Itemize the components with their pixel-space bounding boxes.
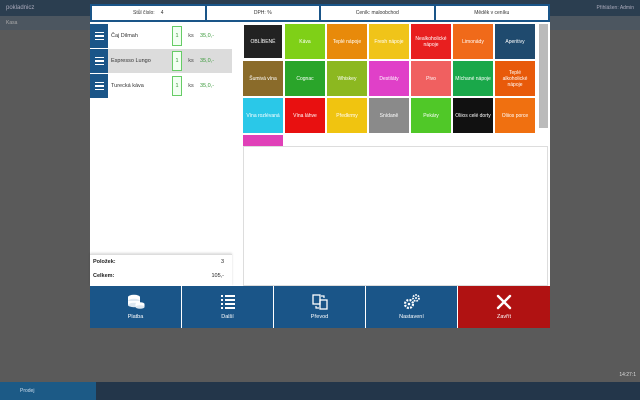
category-tile[interactable]: Destiláty xyxy=(369,61,409,96)
category-tile[interactable]: Pekáry xyxy=(411,98,451,133)
order-item-qty[interactable]: 1 xyxy=(172,51,182,71)
order-item-unit: ks xyxy=(188,33,194,39)
product-panel xyxy=(243,146,548,286)
category-tile[interactable]: OBLÍBENÉ xyxy=(243,24,283,59)
order-item[interactable]: Espresso Lungo 1 ks 35,0,- xyxy=(90,49,232,73)
order-item[interactable]: Turecká káva 1 ks 35,0,- xyxy=(90,74,232,98)
category-tile[interactable]: Limonády xyxy=(453,24,493,59)
order-item-price: 35,0,- xyxy=(200,33,215,39)
category-scrollbar[interactable] xyxy=(539,24,548,128)
close-icon xyxy=(496,294,512,310)
order-modal: Stůl číslo: 4 DPH: % Ceník: maloobchod M… xyxy=(90,4,550,328)
category-tile[interactable]: Oliios porce xyxy=(495,98,535,133)
order-item-unit: ks xyxy=(188,83,194,89)
logged-user: Přihlášen: Admin xyxy=(596,5,634,11)
category-tile[interactable]: Aperitivy xyxy=(495,24,535,59)
order-item[interactable]: Čaj Dilmah 1 ks 35,0,- xyxy=(90,24,232,48)
order-item-unit: ks xyxy=(188,58,194,64)
transfer-icon xyxy=(311,294,328,310)
category-tile[interactable]: Cognac xyxy=(285,61,325,96)
category-tile[interactable]: Míchané nápoje xyxy=(453,61,493,96)
order-item-name: Turecká káva xyxy=(111,83,144,89)
category-tile[interactable]: Vína láhve xyxy=(285,98,325,133)
category-tile[interactable]: Fresh nápoje xyxy=(369,24,409,59)
hamburger-icon[interactable] xyxy=(90,49,108,73)
category-tile[interactable]: Oliios celé dorty xyxy=(453,98,493,133)
category-tile[interactable]: Whiskey xyxy=(327,61,367,96)
hamburger-icon[interactable] xyxy=(90,74,108,98)
transfer-button[interactable]: Převod xyxy=(274,286,365,328)
pay-button[interactable]: Platba xyxy=(90,286,181,328)
category-tile[interactable]: Vína rozlévaná xyxy=(243,98,283,133)
order-item-name: Čaj Dilmah xyxy=(111,33,138,39)
category-tile[interactable]: Předkrmy xyxy=(327,98,367,133)
order-item-qty[interactable]: 1 xyxy=(172,76,182,96)
hamburger-icon[interactable] xyxy=(90,24,108,48)
category-tile[interactable]: Snídaně xyxy=(369,98,409,133)
gears-icon xyxy=(403,294,420,310)
category-grid: OBLÍBENÉ Káva Teplé nápoje Fresh nápoje Neal… xyxy=(243,24,539,147)
subbar-item[interactable]: Kasa xyxy=(6,20,17,26)
clock: 14:27:1 xyxy=(619,372,636,378)
order-item-qty[interactable]: 1 xyxy=(172,26,182,46)
info-pricelist[interactable]: Ceník: maloobchod xyxy=(321,6,434,20)
info-table-number: Stůl číslo: 4 xyxy=(92,6,205,20)
more-button[interactable]: Další xyxy=(182,286,273,328)
info-currency[interactable]: Měděk v ceníku xyxy=(435,6,548,20)
bottom-tab[interactable]: Prodej xyxy=(0,382,96,400)
app-logo: pokladnicz xyxy=(6,5,35,11)
close-button[interactable]: Zavřít xyxy=(458,286,550,328)
list-icon xyxy=(220,295,235,309)
order-list: Čaj Dilmah 1 ks 35,0,- Espresso Lungo 1 … xyxy=(90,24,232,286)
info-bar: Stůl číslo: 4 DPH: % Ceník: maloobchod M… xyxy=(90,4,550,22)
category-tile[interactable]: Šumivá vína xyxy=(243,61,283,96)
items-count-row: Položek: 3 xyxy=(93,259,224,265)
action-bar: Platba Další Převod Nastavení Zavřít xyxy=(90,286,550,328)
category-tile[interactable]: Nealkoholické nápoje xyxy=(411,24,451,59)
info-vat: DPH: % xyxy=(206,6,319,20)
category-tile[interactable]: Káva xyxy=(285,24,325,59)
total-row: Celkem: 105,- xyxy=(93,273,224,279)
order-totals: Položek: 3 Celkem: 105,- xyxy=(90,254,232,286)
coins-icon xyxy=(127,294,144,309)
order-item-name: Espresso Lungo xyxy=(111,58,151,64)
category-tile[interactable]: Teplé nápoje xyxy=(327,24,367,59)
order-item-price: 35,0,- xyxy=(200,58,215,64)
category-tile[interactable]: Pivo xyxy=(411,61,451,96)
app-bottombar: Prodej xyxy=(0,382,640,400)
order-item-price: 35,0,- xyxy=(200,83,215,89)
settings-button[interactable]: Nastavení xyxy=(366,286,457,328)
category-tile[interactable]: Teplé alkoholické nápoje xyxy=(495,61,535,96)
